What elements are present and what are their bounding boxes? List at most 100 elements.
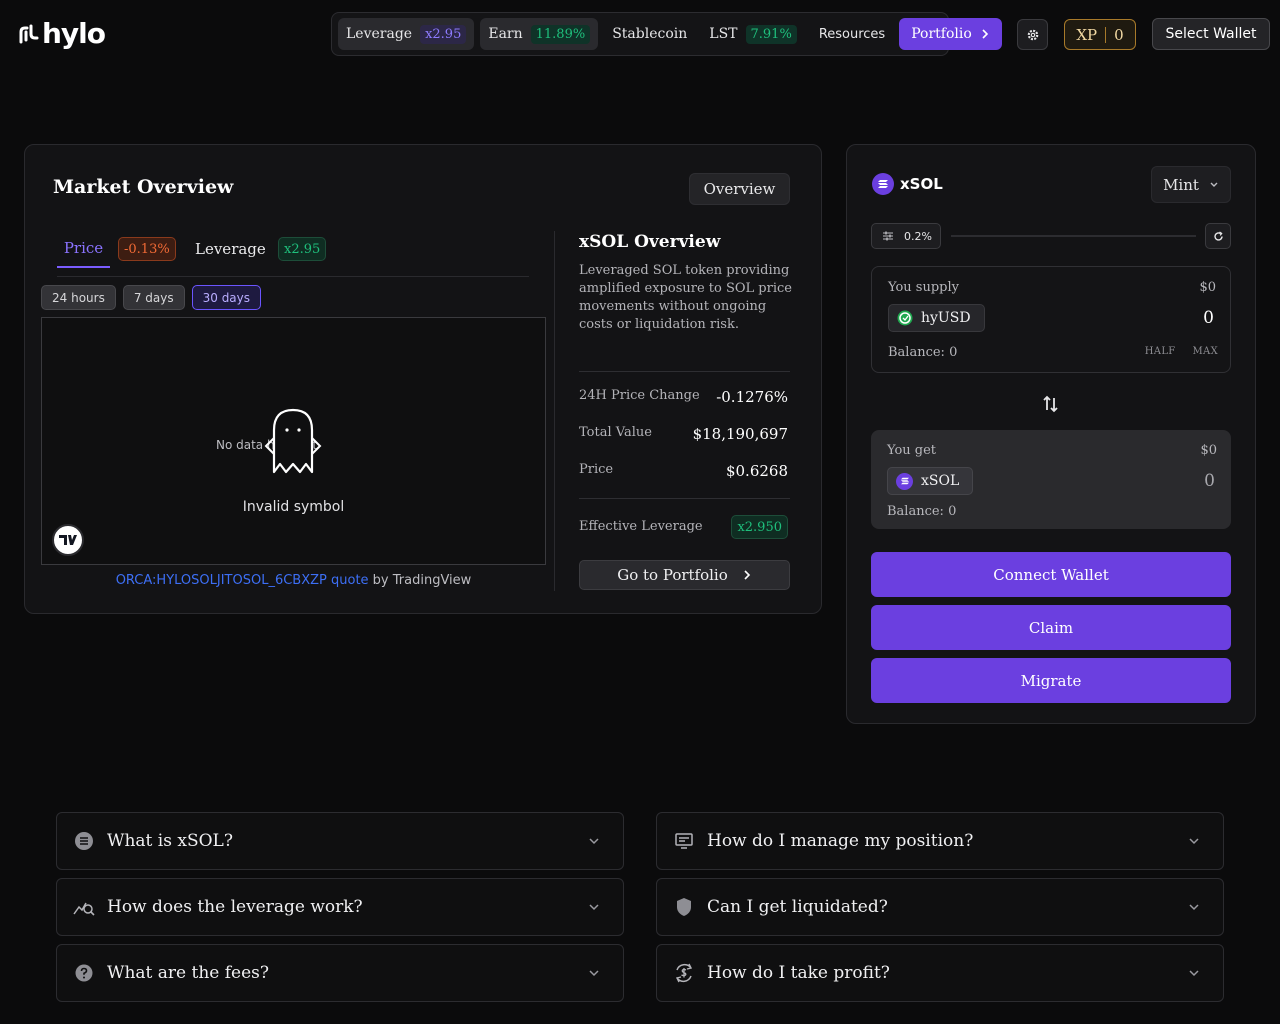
xsol-token-icon — [872, 173, 894, 195]
chevron-down-icon — [1189, 904, 1199, 911]
range-7-days[interactable]: 7 days — [122, 285, 185, 310]
xp-label: XP — [1076, 25, 1098, 44]
claim-button[interactable]: Claim — [871, 605, 1231, 650]
faq-item[interactable]: What is xSOL? — [56, 812, 624, 870]
swap-token-header: xSOL — [872, 173, 943, 195]
range-24-hours[interactable]: 24 hours — [41, 285, 116, 310]
receive-amount: 0 — [1204, 471, 1215, 491]
max-button[interactable]: MAX — [1193, 346, 1218, 357]
swap-token-name: xSOL — [900, 175, 943, 193]
tab-leverage[interactable]: Leverage — [195, 229, 266, 268]
effective-leverage-label: Effective Leverage — [579, 519, 703, 534]
faq-question: How does the leverage work? — [107, 897, 363, 917]
nav-earn-label: Earn — [488, 26, 523, 42]
tab-price[interactable]: Price — [57, 229, 110, 268]
faq-question: Can I get liquidated? — [707, 897, 888, 917]
market-overview-card: Market Overview Overview Price -0.13% Le… — [24, 144, 822, 614]
ghost-icon — [264, 408, 322, 474]
nav-leverage[interactable]: Leverage x2.95 — [338, 18, 475, 50]
connect-wallet-button[interactable]: Connect Wallet — [871, 552, 1231, 597]
faq-question: How do I manage my position? — [707, 831, 974, 851]
faq-item[interactable]: How do I manage my position? — [656, 812, 1224, 870]
slippage-button[interactable]: 0.2% — [871, 223, 941, 249]
swap-direction-icon[interactable] — [1040, 393, 1062, 415]
mode-dropdown[interactable]: Mint — [1151, 166, 1231, 203]
slippage-row: 0.2% — [871, 223, 1231, 249]
xp-button[interactable]: XP 0 — [1064, 19, 1136, 50]
hyusd-token-icon — [897, 310, 913, 326]
faq-item[interactable]: Can I get liquidated? — [656, 878, 1224, 936]
nav-leverage-label: Leverage — [346, 26, 413, 42]
chevron-down-icon — [589, 904, 599, 911]
stat-value-price: $0.6268 — [725, 462, 788, 480]
faq-item[interactable]: What are the fees? — [56, 944, 624, 1002]
leverage-badge: x2.95 — [278, 237, 327, 261]
migrate-button[interactable]: Migrate — [871, 658, 1231, 703]
stat-value-total-value: $18,190,697 — [692, 425, 788, 443]
slippage-value: 0.2% — [904, 229, 932, 243]
faq-item[interactable]: How do I take profit? — [656, 944, 1224, 1002]
half-button[interactable]: HALF — [1145, 346, 1176, 357]
receive-panel: You get $0 xSOL 0 Balance: 0 — [871, 430, 1231, 529]
tradingview-logo-icon[interactable] — [52, 524, 84, 556]
monitor-icon — [673, 830, 695, 852]
amount-shortcuts: HALF MAX — [1145, 346, 1218, 357]
coin-stack-icon — [73, 830, 95, 852]
receive-token-selector[interactable]: xSOL — [887, 467, 974, 495]
chevron-down-icon — [1189, 970, 1199, 977]
go-to-portfolio-label: Go to Portfolio — [617, 566, 728, 584]
nav-portfolio[interactable]: Portfolio — [899, 18, 1002, 50]
supply-amount-input[interactable]: 0 — [1203, 308, 1214, 328]
gear-icon — [1027, 29, 1038, 40]
supply-balance: Balance: 0 — [888, 345, 958, 360]
dollar-cycle-icon — [673, 962, 695, 984]
question-circle-icon — [73, 962, 95, 984]
supply-token-name: hyUSD — [921, 310, 971, 326]
refresh-button[interactable] — [1205, 223, 1231, 249]
range-30-days[interactable]: 30 days — [191, 285, 262, 310]
attribution-link[interactable]: ORCA:HYLOSOLJITOSOL_6CBXZP quote — [116, 573, 369, 588]
chevron-right-icon — [744, 570, 750, 580]
hylo-logo[interactable]: hylo — [18, 17, 108, 51]
xsol-overview-description: Leveraged SOL token providing amplified … — [579, 263, 792, 332]
faq-item[interactable]: How does the leverage work? — [56, 878, 624, 936]
refresh-icon — [1213, 230, 1223, 241]
settings-button[interactable] — [1017, 19, 1048, 50]
overview-button[interactable]: Overview — [689, 173, 790, 205]
main-nav: Leverage x2.95 Earn 11.89% Stablecoin LS… — [331, 12, 1002, 56]
xp-value: 0 — [1114, 25, 1124, 44]
nav-stablecoin-label: Stablecoin — [612, 26, 688, 42]
shield-icon — [673, 896, 695, 918]
faq-question: What is xSOL? — [107, 831, 233, 851]
nav-portfolio-label: Portfolio — [911, 26, 972, 42]
divider — [579, 498, 790, 499]
nav-lst[interactable]: LST 7.91% — [701, 18, 805, 50]
time-range-selector: 24 hours 7 days 30 days — [41, 285, 262, 310]
chart-tabs: Price -0.13% Leverage x2.95 — [57, 229, 529, 277]
xsol-token-icon — [896, 472, 913, 490]
effective-leverage-badge: x2.950 — [731, 515, 788, 539]
faq-question: What are the fees? — [107, 963, 270, 983]
mode-label: Mint — [1163, 175, 1199, 194]
price-change-badge: -0.13% — [118, 237, 176, 261]
select-wallet-button[interactable]: Select Wallet — [1152, 18, 1270, 50]
swap-card: xSOL Mint 0.2% You supply $0 hyUSD 0 Bal… — [846, 144, 1256, 724]
price-chart[interactable]: No data here yet Invalid symbol — [41, 317, 546, 565]
receive-balance: Balance: 0 — [887, 504, 957, 519]
slippage-track[interactable] — [951, 235, 1196, 237]
chevron-down-icon — [1210, 182, 1218, 187]
divider — [554, 231, 555, 591]
nav-lst-badge: 7.91% — [745, 24, 797, 44]
brand-name: hylo — [42, 17, 106, 50]
go-to-portfolio-button[interactable]: Go to Portfolio — [579, 560, 790, 590]
chart-search-icon — [73, 896, 95, 918]
market-title: Market Overview — [53, 176, 234, 198]
stat-label-price: Price — [579, 462, 614, 477]
nav-stablecoin[interactable]: Stablecoin — [604, 18, 695, 50]
stat-label-total-value: Total Value — [579, 425, 652, 440]
supply-token-selector[interactable]: hyUSD — [888, 304, 985, 332]
nav-earn-badge: 11.89% — [530, 24, 591, 44]
invalid-symbol-text: Invalid symbol — [242, 499, 345, 515]
nav-earn[interactable]: Earn 11.89% — [480, 18, 599, 50]
nav-resources[interactable]: Resources — [811, 18, 893, 50]
